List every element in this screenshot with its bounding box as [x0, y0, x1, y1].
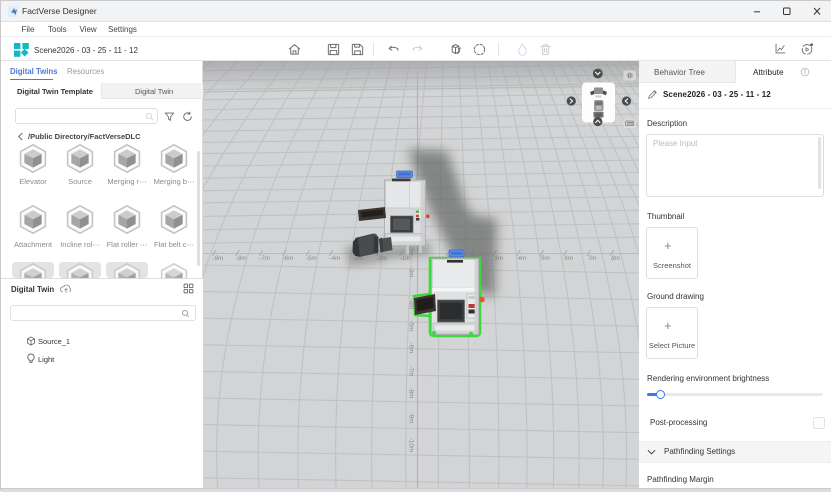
- svg-text:-10m: -10m: [408, 438, 415, 452]
- svg-text:-9m: -9m: [212, 255, 224, 262]
- svg-text:7m: 7m: [587, 255, 597, 262]
- svg-text:5m: 5m: [540, 255, 550, 262]
- svg-text:8m: 8m: [610, 255, 620, 262]
- svg-text:-3m: -3m: [408, 267, 415, 278]
- svg-text:-4m: -4m: [329, 255, 341, 262]
- svg-text:4m: 4m: [517, 255, 527, 262]
- svg-text:-8m: -8m: [235, 255, 247, 262]
- svg-text:-5m: -5m: [408, 321, 415, 332]
- svg-text:-9m: -9m: [408, 413, 415, 424]
- svg-text:-6m: -6m: [408, 343, 415, 354]
- svg-text:-8m: -8m: [408, 388, 415, 399]
- svg-text:6m: 6m: [564, 255, 574, 262]
- svg-text:-7m: -7m: [258, 255, 270, 262]
- svg-text:-5m: -5m: [305, 255, 317, 262]
- svg-text:-6m: -6m: [282, 255, 294, 262]
- svg-text:-7m: -7m: [408, 366, 415, 377]
